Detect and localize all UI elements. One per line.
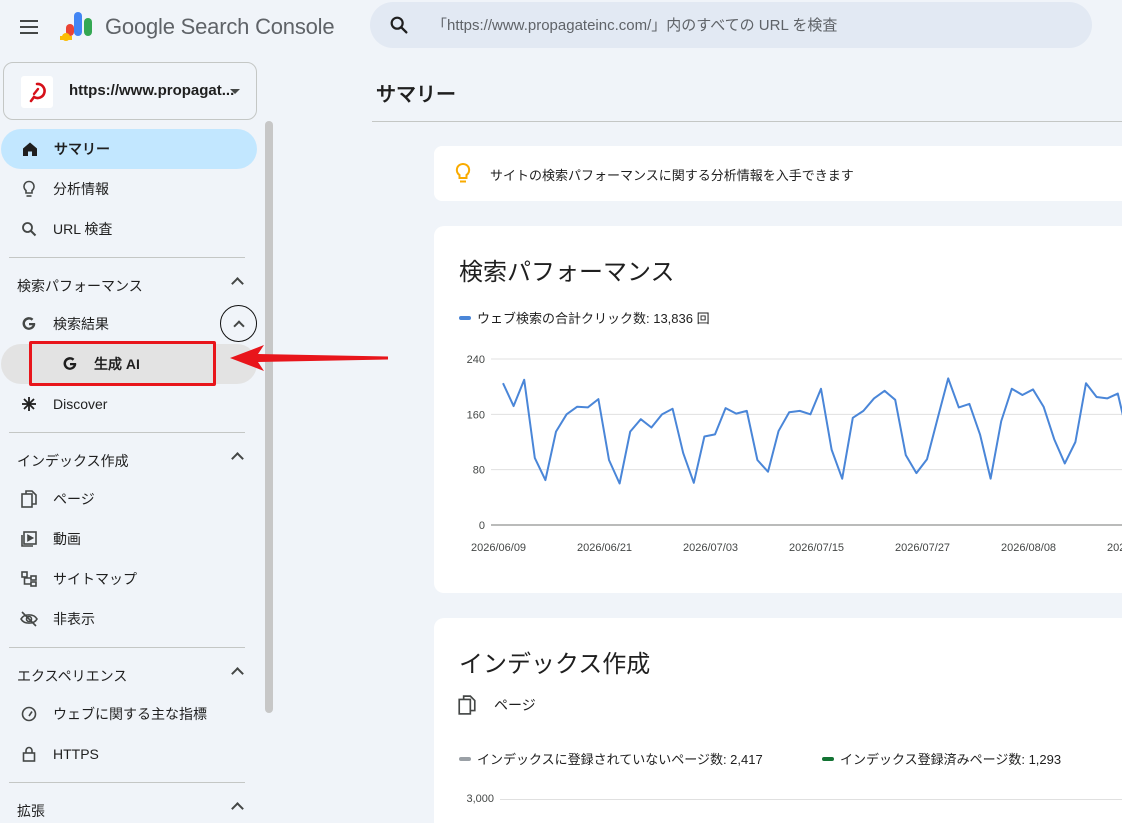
- x-tick-label: 2026/06/09: [471, 542, 526, 554]
- chevron-up-icon: [231, 277, 244, 290]
- sidebar-item-search-results[interactable]: 検索結果: [0, 304, 257, 344]
- chevron-up-icon: [231, 802, 244, 815]
- sidebar-item-label: 動画: [53, 531, 81, 547]
- sidebar-item-core-web-vitals[interactable]: ウェブに関する主な指標: [0, 694, 257, 734]
- search-input[interactable]: [432, 2, 1072, 48]
- gauge-icon: [20, 705, 38, 723]
- sidebar-item-label: サイトマップ: [53, 571, 137, 587]
- chevron-up-icon: [231, 452, 244, 465]
- x-tick-label: 2026/07/27: [895, 542, 950, 554]
- sidebar-item-sitemaps[interactable]: サイトマップ: [0, 559, 257, 599]
- legend-not-indexed[interactable]: インデックスに登録されていないページ数: 2,417: [459, 749, 763, 768]
- sidebar-item-videos[interactable]: 動画: [0, 519, 257, 559]
- section-label: インデックス作成: [17, 453, 129, 469]
- indexing-card[interactable]: インデックス作成 ページ インデックスに登録されていないページ数: 2,417 …: [434, 618, 1122, 823]
- performance-chart[interactable]: 0 80 160 240 2026/06/09 2026/06/21 2026/07/03 2…: [434, 226, 1122, 593]
- sidebar-item-label: 非表示: [53, 611, 95, 627]
- section-label: 拡張: [17, 803, 45, 819]
- sidebar-item-label: 検索結果: [53, 316, 109, 332]
- search-icon: [390, 16, 408, 34]
- sidebar-item-label: 分析情報: [53, 181, 109, 197]
- tab-label: ページ: [494, 697, 536, 713]
- divider: [9, 647, 245, 648]
- legend-swatch: [822, 756, 834, 761]
- property-url: https://www.propagat...: [69, 82, 235, 99]
- section-label: 検索パフォーマンス: [17, 278, 143, 294]
- video-icon: [20, 530, 38, 548]
- top-bar: Google Search Console: [0, 0, 1122, 56]
- banner-text: サイトの検索パフォーマンスに関する分析情報を入手できます: [490, 168, 854, 183]
- eye-off-icon: [20, 610, 38, 628]
- sidebar-item-removals[interactable]: 非表示: [0, 599, 257, 639]
- search-icon: [20, 220, 38, 238]
- clicks-series-line[interactable]: [502, 377, 1122, 485]
- y-tick-label: 160: [467, 409, 485, 421]
- card-title: インデックス作成: [459, 651, 651, 678]
- y-tick-label: 80: [473, 465, 485, 477]
- y-tick-label: 3,000: [466, 793, 494, 805]
- asterisk-icon: [20, 395, 38, 413]
- y-tick-label: 240: [467, 354, 485, 366]
- chevron-up-icon: [233, 320, 245, 332]
- x-tick-label: 202: [1107, 542, 1122, 554]
- sitemap-icon: [20, 570, 38, 588]
- lock-icon: [20, 745, 38, 763]
- sidebar-item-label: ウェブに関する主な指標: [53, 706, 207, 722]
- y-tick-label: 0: [479, 520, 485, 532]
- legend-swatch: [459, 756, 471, 761]
- legend-indexed[interactable]: インデックス登録済みページ数: 1,293: [822, 749, 1061, 768]
- sidebar-item-label: サマリー: [54, 141, 110, 157]
- divider: [9, 257, 245, 258]
- lightbulb-icon: [455, 162, 471, 183]
- sidebar-item-label: URL 検査: [53, 221, 113, 237]
- home-icon: [21, 140, 39, 158]
- insights-banner[interactable]: サイトの検索パフォーマンスに関する分析情報を入手できます: [434, 146, 1122, 201]
- sidebar-item-label: ページ: [53, 491, 95, 507]
- highlight-annotation-box: [29, 341, 216, 386]
- section-enhancements[interactable]: 拡張: [0, 789, 257, 823]
- google-g-icon: [20, 315, 38, 333]
- sidebar-item-discover[interactable]: Discover: [0, 384, 257, 424]
- section-indexing[interactable]: インデックス作成: [0, 439, 257, 479]
- caret-down-icon: [230, 89, 240, 94]
- sidebar-item-label: HTTPS: [53, 746, 99, 762]
- hamburger-menu-icon[interactable]: [15, 13, 43, 41]
- section-experience[interactable]: エクスペリエンス: [0, 654, 257, 694]
- pages-tab[interactable]: ページ: [458, 695, 536, 715]
- app-title[interactable]: Google Search Console: [105, 14, 335, 40]
- sidebar-item-insights[interactable]: 分析情報: [0, 169, 257, 209]
- x-tick-label: 2026/06/21: [577, 542, 632, 554]
- legend-label: インデックスに登録されていないページ数: 2,417: [477, 752, 763, 767]
- divider: [9, 782, 245, 783]
- section-search-performance[interactable]: 検索パフォーマンス: [0, 264, 257, 304]
- x-tick-label: 2026/07/03: [683, 542, 738, 554]
- performance-card[interactable]: 検索パフォーマンス ウェブ検索の合計クリック数: 13,836 回 0 80 160…: [434, 226, 1122, 593]
- url-inspection-search[interactable]: [370, 2, 1092, 48]
- x-tick-label: 2026/08/08: [1001, 542, 1056, 554]
- property-favicon-icon: [21, 76, 53, 108]
- legend-label: インデックス登録済みページ数: 1,293: [840, 752, 1062, 767]
- sidebar-item-label: Discover: [53, 396, 108, 412]
- gridline: [500, 799, 1122, 800]
- property-selector[interactable]: https://www.propagat...: [3, 62, 257, 120]
- x-tick-label: 2026/07/15: [789, 542, 844, 554]
- sidebar-item-url-inspection[interactable]: URL 検査: [0, 209, 257, 249]
- pages-icon: [458, 695, 476, 715]
- collapse-search-results-button[interactable]: [220, 305, 257, 342]
- pages-icon: [20, 490, 38, 508]
- red-arrow-annotation-icon: [230, 345, 388, 371]
- section-label: エクスペリエンス: [17, 668, 128, 684]
- page-title: サマリー: [376, 84, 456, 106]
- lightbulb-icon: [20, 180, 38, 198]
- sidebar-item-https[interactable]: HTTPS: [0, 734, 257, 774]
- sidebar-item-summary[interactable]: サマリー: [1, 129, 257, 169]
- chevron-up-icon: [231, 667, 244, 680]
- sidebar-item-pages[interactable]: ページ: [0, 479, 257, 519]
- sidebar-scrollbar[interactable]: [265, 121, 273, 713]
- divider: [372, 121, 1122, 122]
- search-console-logo[interactable]: [60, 10, 96, 44]
- divider: [9, 432, 245, 433]
